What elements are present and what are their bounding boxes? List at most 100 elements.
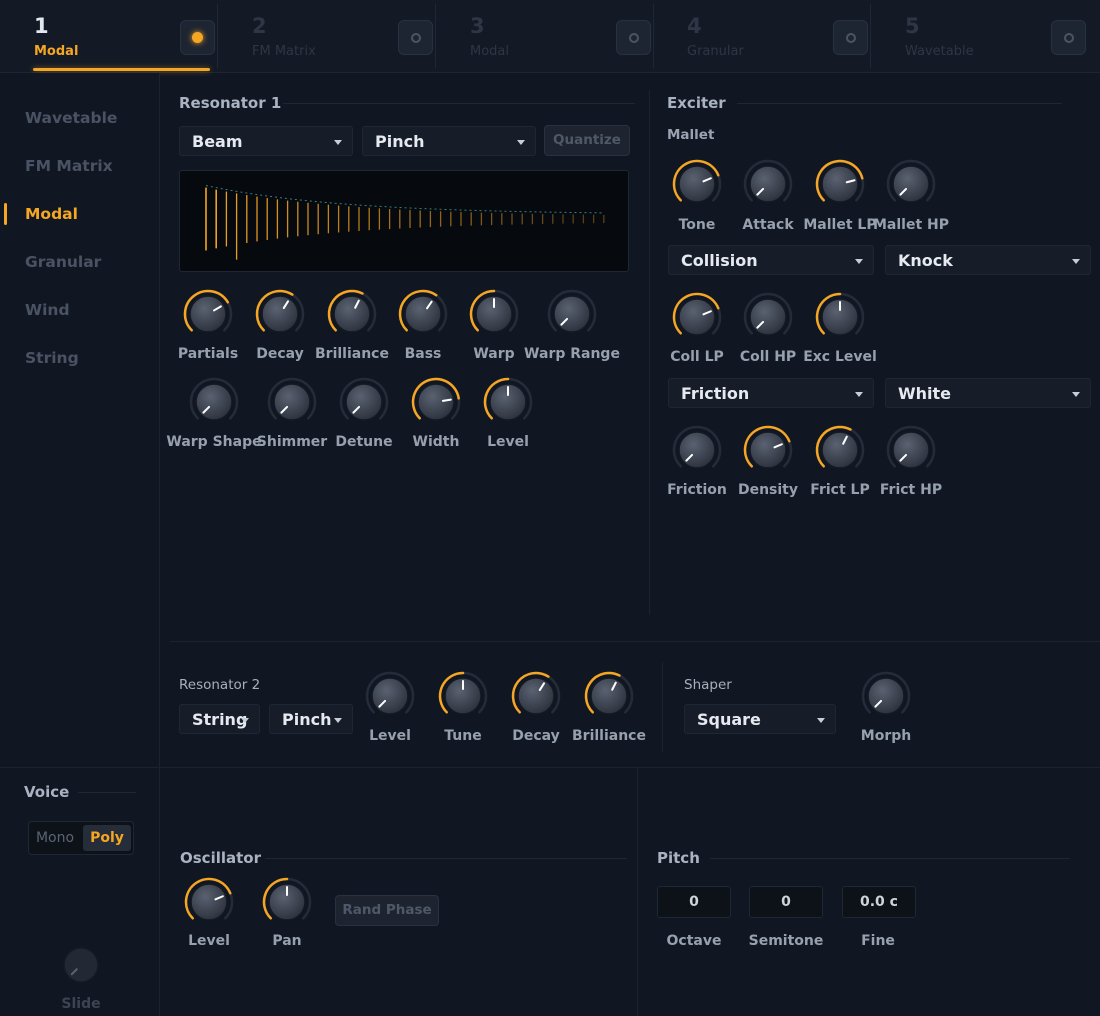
exciter-title: Exciter bbox=[667, 94, 726, 112]
slot-enable-led[interactable] bbox=[616, 20, 651, 55]
collision-type-dropdown[interactable]: Collision bbox=[668, 245, 874, 275]
friction-mode-dropdown[interactable]: White bbox=[885, 378, 1091, 408]
octave-label: Octave bbox=[666, 933, 722, 949]
coll-lp-knob[interactable] bbox=[671, 291, 723, 343]
res2-tune-knob[interactable] bbox=[437, 670, 489, 722]
mono-option[interactable]: Mono bbox=[33, 825, 77, 851]
resonator-1-title: Resonator 1 bbox=[179, 94, 282, 112]
sidebar-item-string[interactable]: String bbox=[25, 349, 79, 367]
slot-enable-led[interactable] bbox=[180, 20, 215, 55]
warp-knob[interactable] bbox=[468, 288, 520, 340]
dropdown-value: Pinch bbox=[375, 132, 425, 151]
exc-level-label: Exc Level bbox=[803, 349, 877, 365]
tab-number: 5 bbox=[905, 14, 920, 38]
sidebar-item-fm-matrix[interactable]: FM Matrix bbox=[25, 157, 113, 175]
slot-enable-led[interactable] bbox=[1051, 20, 1086, 55]
engine-sidebar: Wavetable FM Matrix Modal Granular Wind … bbox=[0, 73, 160, 767]
friction-type-dropdown[interactable]: Friction bbox=[668, 378, 874, 408]
pitch-title: Pitch bbox=[657, 849, 700, 867]
partials-spectrum-graph bbox=[205, 185, 605, 260]
slide-knob[interactable] bbox=[55, 939, 107, 991]
chevron-down-icon bbox=[855, 259, 863, 264]
dropdown-value: Beam bbox=[192, 132, 243, 151]
dropdown-value: String bbox=[192, 710, 248, 729]
res2-decay-knob[interactable] bbox=[510, 670, 562, 722]
voice-mode-toggle: Mono Poly bbox=[28, 821, 134, 855]
sidebar-item-wavetable[interactable]: Wavetable bbox=[25, 109, 117, 127]
led-dot-icon bbox=[628, 32, 639, 43]
coll-hp-knob[interactable] bbox=[742, 291, 794, 343]
frict-lp-knob[interactable] bbox=[814, 424, 866, 476]
chevron-down-icon bbox=[817, 718, 825, 723]
exc-level-knob[interactable] bbox=[814, 291, 866, 343]
res2-brilliance-knob[interactable] bbox=[583, 670, 635, 722]
friction-knob[interactable] bbox=[671, 424, 723, 476]
detune-knob[interactable] bbox=[338, 376, 390, 428]
fine-field[interactable]: 0.0 c bbox=[842, 886, 916, 918]
collision-mode-dropdown[interactable]: Knock bbox=[885, 245, 1091, 275]
width-knob[interactable] bbox=[410, 376, 462, 428]
level-knob[interactable] bbox=[482, 376, 534, 428]
chevron-down-icon bbox=[517, 140, 525, 145]
led-dot-icon bbox=[845, 32, 856, 43]
decay-knob[interactable] bbox=[254, 288, 306, 340]
tab-slot-2[interactable]: 2 FM Matrix bbox=[218, 0, 436, 72]
octave-field[interactable]: 0 bbox=[657, 886, 731, 918]
slot-enable-led[interactable] bbox=[398, 20, 433, 55]
dropdown-value: White bbox=[898, 384, 952, 403]
led-dot-icon bbox=[410, 32, 421, 43]
partials-spectrum-display bbox=[179, 170, 629, 272]
dropdown-value: Friction bbox=[681, 384, 750, 403]
led-dot-icon bbox=[192, 32, 203, 43]
mallet-lp-knob[interactable] bbox=[814, 158, 866, 210]
led-dot-icon bbox=[1063, 32, 1074, 43]
sidebar-active-marker bbox=[4, 203, 7, 225]
slot-enable-led[interactable] bbox=[833, 20, 868, 55]
tab-label: Granular bbox=[687, 44, 744, 59]
resonator-1-mode-dropdown[interactable]: Pinch bbox=[362, 126, 536, 156]
osc-pan-knob[interactable] bbox=[261, 876, 313, 928]
warp-shape-knob[interactable] bbox=[188, 376, 240, 428]
res2-level-knob[interactable] bbox=[364, 670, 416, 722]
tone-knob[interactable] bbox=[671, 158, 723, 210]
tab-slot-4[interactable]: 4 Granular bbox=[653, 0, 871, 72]
dropdown-value: Collision bbox=[681, 251, 758, 270]
resonator-1-type-dropdown[interactable]: Beam bbox=[179, 126, 353, 156]
density-knob[interactable] bbox=[742, 424, 794, 476]
rand-phase-button[interactable]: Rand Phase bbox=[335, 895, 439, 926]
morph-label: Morph bbox=[860, 728, 912, 744]
semitone-field[interactable]: 0 bbox=[749, 886, 823, 918]
res2-brilliance-label: Brilliance bbox=[572, 728, 646, 744]
tab-label: Modal bbox=[470, 44, 509, 59]
voice-slot-tab-bar: 1 Modal 2 FM Matrix 3 Modal 4 Granular 5… bbox=[0, 0, 1100, 73]
poly-option[interactable]: Poly bbox=[83, 825, 131, 851]
morph-knob[interactable] bbox=[860, 670, 912, 722]
warp-range-label: Warp Range bbox=[524, 346, 620, 362]
decay-envelope-line bbox=[205, 185, 604, 214]
frict-hp-knob[interactable] bbox=[885, 424, 937, 476]
partials-knob[interactable] bbox=[182, 288, 234, 340]
semitone-label: Semitone bbox=[748, 933, 824, 949]
resonator-2-title: Resonator 2 bbox=[179, 677, 261, 693]
osc-level-knob[interactable] bbox=[183, 876, 235, 928]
shimmer-knob[interactable] bbox=[266, 376, 318, 428]
tab-slot-5[interactable]: 5 Wavetable bbox=[871, 0, 1100, 72]
mallet-hp-knob[interactable] bbox=[885, 158, 937, 210]
fine-label: Fine bbox=[861, 933, 895, 949]
shaper-type-dropdown[interactable]: Square bbox=[684, 704, 836, 734]
brilliance-knob[interactable] bbox=[326, 288, 378, 340]
tab-number: 3 bbox=[470, 14, 485, 38]
tab-slot-1[interactable]: 1 Modal bbox=[0, 0, 218, 72]
oscillator-title: Oscillator bbox=[180, 849, 261, 867]
bass-knob[interactable] bbox=[397, 288, 449, 340]
sidebar-item-granular[interactable]: Granular bbox=[25, 253, 101, 271]
warp-range-knob[interactable] bbox=[546, 288, 598, 340]
sidebar-item-wind[interactable]: Wind bbox=[25, 301, 70, 319]
tab-slot-3[interactable]: 3 Modal bbox=[436, 0, 654, 72]
resonator-2-type-dropdown[interactable]: String bbox=[179, 704, 260, 734]
attack-knob[interactable] bbox=[742, 158, 794, 210]
active-tab-indicator bbox=[33, 68, 210, 71]
quantize-button[interactable]: Quantize bbox=[544, 125, 630, 156]
sidebar-item-modal[interactable]: Modal bbox=[25, 205, 78, 223]
shaper-title: Shaper bbox=[684, 677, 732, 693]
